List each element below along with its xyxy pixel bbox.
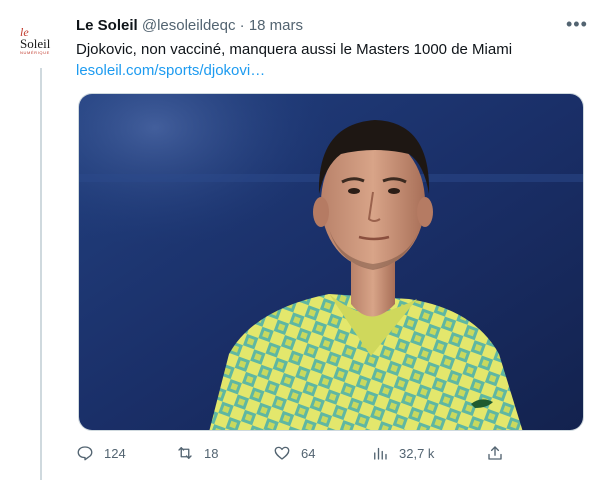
thread-line xyxy=(40,68,42,480)
views-button[interactable]: 32,7 k xyxy=(371,441,434,465)
avatar-logo-sub: NUMÉRIQUE xyxy=(20,50,50,55)
retweet-button[interactable]: 18 xyxy=(176,441,218,465)
reply-icon xyxy=(77,446,93,461)
avatar[interactable]: le Soleil NUMÉRIQUE xyxy=(20,26,60,66)
avatar-logo: le Soleil xyxy=(20,25,51,51)
tweet-actions: 124 18 64 32,7 k xyxy=(76,441,516,465)
retweet-count: 18 xyxy=(204,445,219,461)
tweet-date[interactable]: 18 mars xyxy=(249,17,303,34)
account-name[interactable]: Le Soleil xyxy=(76,17,138,34)
heart-icon xyxy=(274,446,290,460)
header-separator: · xyxy=(239,17,245,34)
reply-count: 124 xyxy=(104,445,126,461)
views-icon xyxy=(374,447,387,460)
share-button[interactable] xyxy=(486,441,504,465)
share-icon xyxy=(488,446,502,460)
views-count: 32,7 k xyxy=(399,445,435,461)
more-options-icon[interactable]: ••• xyxy=(566,14,588,35)
like-button[interactable]: 64 xyxy=(273,441,315,465)
tweet-header: Le Soleil @lesoleildeqc · 18 mars xyxy=(76,17,303,34)
like-count: 64 xyxy=(301,445,316,461)
retweet-icon xyxy=(178,447,192,459)
photo-tennis-player xyxy=(79,94,583,430)
reply-button[interactable]: 124 xyxy=(76,441,126,465)
tweet-link[interactable]: lesoleil.com/sports/djokovi… xyxy=(76,61,265,81)
tweet-text: Djokovic, non vacciné, manquera aussi le… xyxy=(76,41,513,58)
account-handle[interactable]: @lesoleildeqc xyxy=(142,17,236,34)
tweet-media-photo[interactable] xyxy=(78,93,584,431)
